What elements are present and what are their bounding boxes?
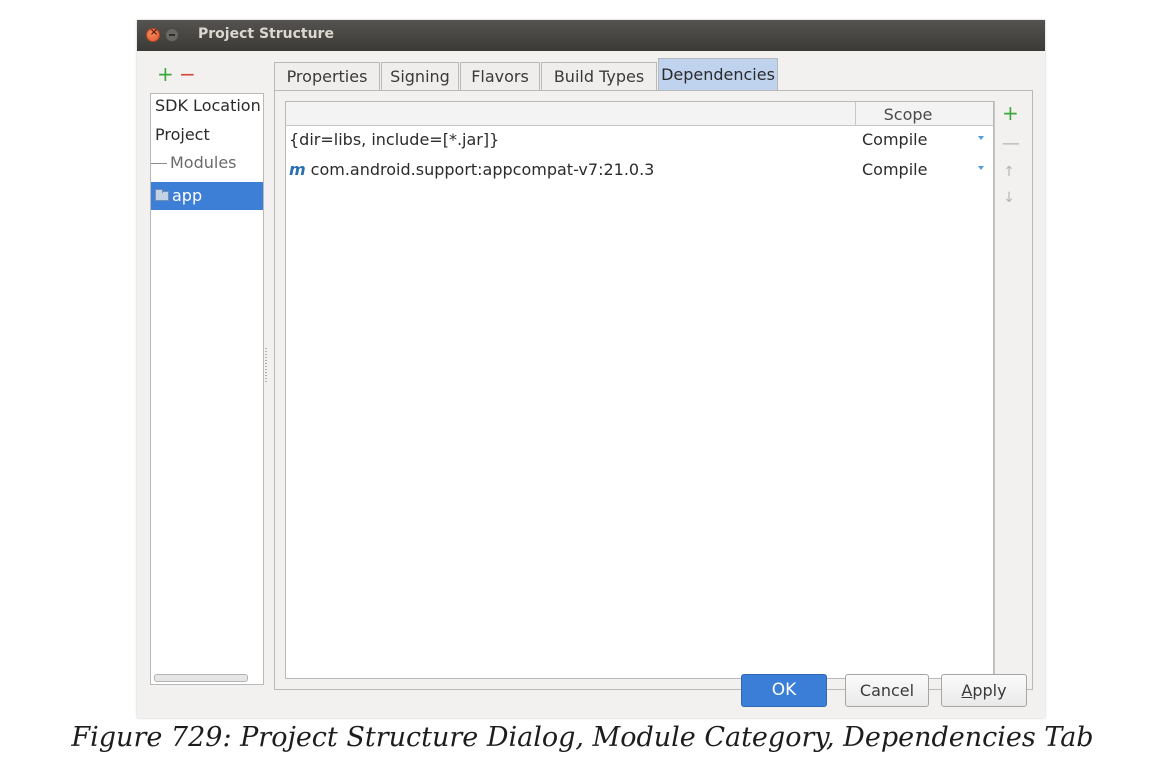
tab-dependencies[interactable]: Dependencies: [658, 58, 778, 90]
sidebar-item-sdk-location[interactable]: SDK Location: [155, 96, 261, 115]
table-header: Scope: [286, 102, 993, 126]
move-up-icon[interactable]: ↑: [1002, 163, 1016, 181]
dependencies-table: Scope {dir=libs, include=[*.jar]} Compil…: [285, 101, 994, 679]
move-down-icon[interactable]: ↓: [1002, 189, 1016, 207]
close-icon: ×: [149, 27, 159, 38]
tab-properties[interactable]: Properties: [274, 62, 380, 90]
scope-dropdown-icon[interactable]: [978, 136, 984, 140]
apply-label: pply: [972, 681, 1007, 700]
window-title: Project Structure: [198, 26, 334, 42]
cancel-button[interactable]: Cancel: [845, 674, 929, 707]
add-icon[interactable]: +: [157, 64, 174, 84]
scope-dropdown-icon[interactable]: [978, 166, 984, 170]
dependency-scope[interactable]: Compile: [862, 160, 927, 179]
dependency-name: {dir=libs, include=[*.jar]}: [289, 130, 499, 149]
minimize-window-button[interactable]: [165, 28, 179, 42]
close-window-button[interactable]: ×: [146, 27, 160, 42]
file-dependency-text: {dir=libs, include=[*.jar]}: [289, 130, 500, 149]
module-folder-icon: [155, 189, 169, 201]
table-row[interactable]: {dir=libs, include=[*.jar]} Compile: [286, 126, 993, 154]
remove-dependency-icon[interactable]: —: [1002, 135, 1020, 153]
apply-mnemonic: A: [961, 681, 973, 700]
sidebar-group-modules: Modules: [170, 153, 237, 172]
dependency-actions: + — ↑ ↓: [994, 101, 1023, 679]
dependency-scope[interactable]: Compile: [862, 130, 927, 149]
tab-flavors[interactable]: Flavors: [460, 62, 540, 90]
apply-button[interactable]: Apply: [941, 674, 1027, 707]
title-bar: × Project Structure: [137, 20, 1045, 51]
figure-caption: Figure 729: Project Structure Dialog, Mo…: [71, 722, 1094, 753]
library-dependency-text: com.android.support:appcompat-v7:21.0.3: [310, 160, 655, 179]
minimize-icon: [169, 34, 175, 36]
dependencies-panel: Scope {dir=libs, include=[*.jar]} Compil…: [274, 90, 1033, 690]
add-dependency-icon[interactable]: +: [1002, 103, 1019, 123]
maven-library-icon: m: [289, 160, 306, 179]
dependency-name: m com.android.support:appcompat-v7:21.0.3: [289, 160, 654, 179]
modules-divider: [151, 163, 167, 164]
sidebar-item-label: app: [172, 186, 203, 205]
sidebar-horizontal-scrollbar[interactable]: [154, 674, 248, 682]
category-sidebar: SDK Location Project Modules app: [150, 93, 264, 685]
splitter-handle[interactable]: [265, 348, 267, 382]
column-header-scope[interactable]: Scope: [856, 105, 960, 124]
tab-signing[interactable]: Signing: [381, 62, 459, 90]
project-structure-dialog: × Project Structure + − SDK Location Pro…: [137, 20, 1045, 718]
sidebar-item-project[interactable]: Project: [155, 125, 210, 144]
tab-build-types[interactable]: Build Types: [541, 62, 657, 90]
remove-icon[interactable]: −: [179, 64, 196, 84]
ok-button[interactable]: OK: [741, 674, 827, 707]
sidebar-item-app[interactable]: app: [151, 182, 263, 210]
table-row[interactable]: m com.android.support:appcompat-v7:21.0.3…: [286, 156, 993, 184]
